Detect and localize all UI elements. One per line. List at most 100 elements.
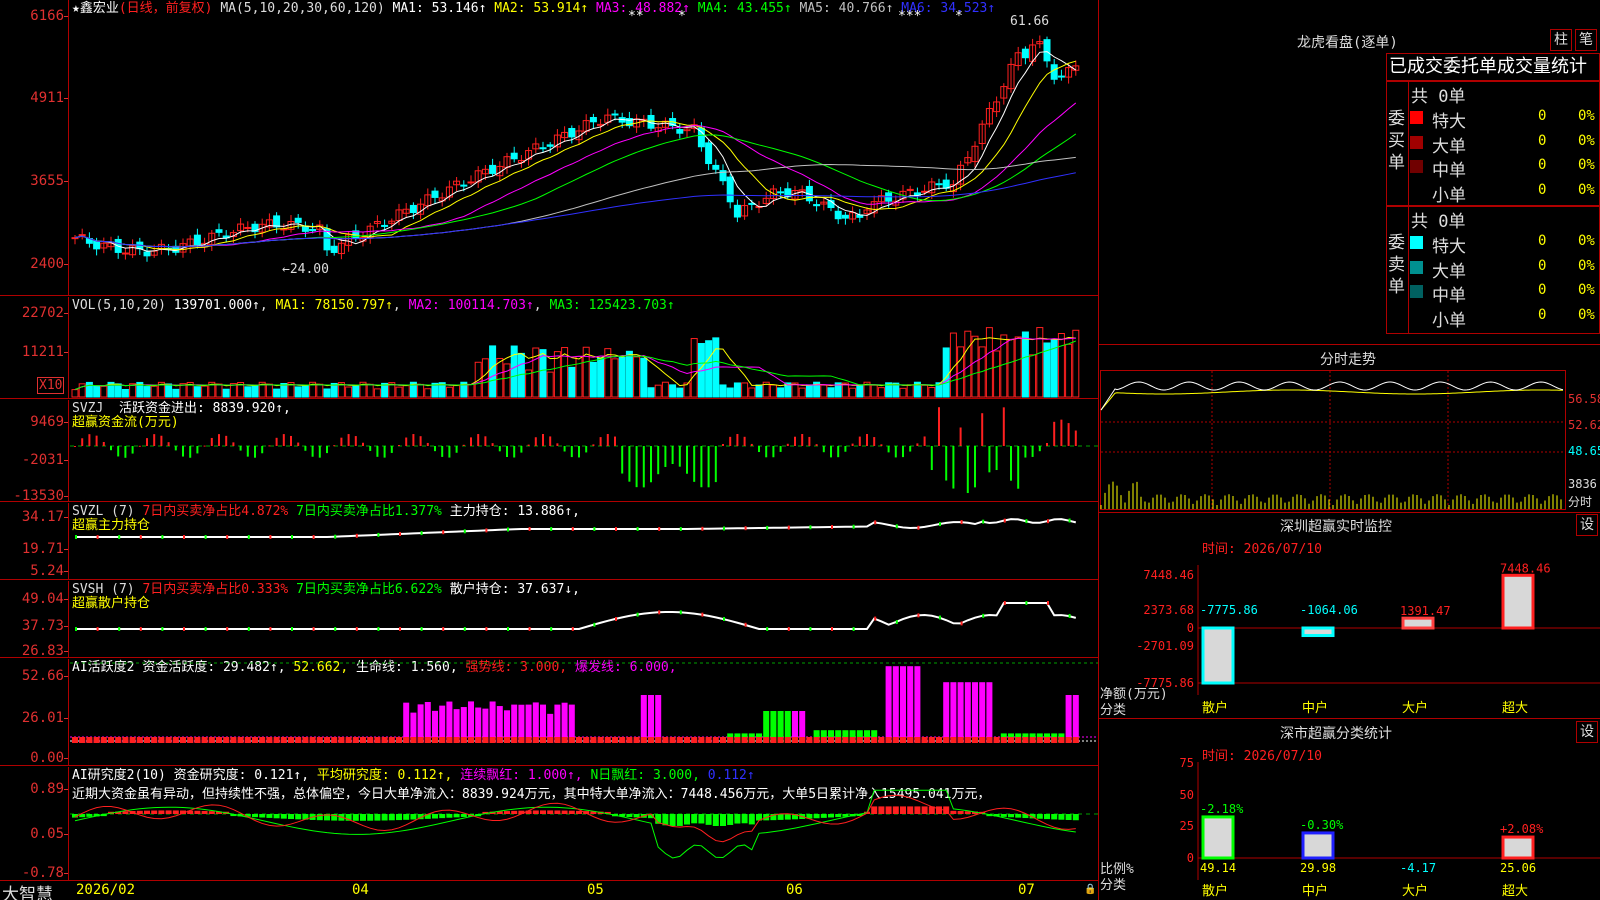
volume-bar [345,386,353,398]
activity-base [878,737,885,743]
position-dot [571,527,574,531]
activity-base [468,737,474,743]
activity-bar [957,682,964,743]
vol-ma-line [74,337,1076,391]
flow-bar [966,446,969,494]
activity-base [417,737,424,743]
position-dot [939,522,941,527]
activity-base [828,737,834,743]
activity-base [748,737,755,743]
flow-bar [952,446,955,489]
flow-bar [974,446,976,488]
flow-bar [369,446,372,451]
activity-bar [446,701,453,743]
volume-bar [373,388,381,398]
value-label: 1391.47 [1400,604,1451,618]
volume-chart[interactable] [0,297,1098,399]
y-tick: 7448.46 [1143,568,1194,582]
y-tick: 0 [1187,851,1194,865]
sz-class-settings-button[interactable]: 设 [1576,721,1598,743]
candlestick-chart[interactable] [0,0,1098,296]
candle [78,234,86,237]
position-dot [787,627,790,631]
change-label: -2.18% [1200,802,1244,816]
volume-bar [1065,343,1073,398]
volume-bar [856,384,864,398]
activity-base [439,737,446,743]
activity-bar [972,682,978,743]
volume-bar [1029,354,1037,398]
flow-bar [498,446,501,452]
flow-bar [729,436,732,446]
study-bar [158,810,165,814]
candle [1050,64,1058,80]
position-dot [831,627,833,631]
volume-bar [215,383,223,398]
ai-study-pane[interactable]: 0.89 0.05 -0.78 AI研究度2(10) 资金研究度: 0.121↑… [0,767,1098,880]
flow-bar [844,446,847,452]
activity-base [511,737,518,743]
date-tick: 04 [352,882,369,898]
activity-base [864,737,870,743]
study-bar [835,814,842,818]
study-bar [1051,814,1058,820]
activity-chart[interactable] [0,659,1098,766]
kline-pane[interactable]: 6166 4911 3655 2400 ★鑫宏业(日线，前复权) MA(5,10… [0,0,1098,296]
activity-base [669,737,676,743]
flow-bar [1053,421,1056,446]
ai-activity-pane[interactable]: 52.66 26.01 0.00 AI活跃度2 资金活跃度: 29.482↑, … [0,659,1098,766]
main-position-chart[interactable] [0,503,1098,580]
flow-bar [174,446,177,451]
flow-bar [743,436,746,446]
flow-bar [81,438,84,446]
retail-position-chart[interactable] [0,581,1098,658]
flow-bar [297,442,300,446]
study-bar [1072,814,1079,821]
intraday-box[interactable] [1100,370,1566,510]
value-label: 7448.46 [1500,561,1551,575]
bar-mode-button[interactable]: 柱 [1550,29,1572,51]
svzj-pane[interactable]: 9469 -2031 -13530 SVZJ 活跃资金进出: 8839.920↑… [0,400,1098,503]
study-chart[interactable] [0,767,1098,880]
candle [510,152,518,160]
volume-bar [467,383,475,398]
fund-flow-chart[interactable] [0,400,1098,502]
date-tick: 05 [587,882,604,898]
lhb-tabs[interactable]: 已成交委托单成交量统计 [1386,53,1600,81]
activity-base [180,737,186,743]
svsh-pane[interactable]: 49.04 37.73 26.83 SVSH (7) 7日内买卖净占比0.333… [0,581,1098,658]
activity-base [252,737,258,743]
flow-bar [117,446,120,457]
position-dot [593,622,596,627]
order-size: 特大 [1432,112,1466,132]
study-bar [576,810,582,814]
flow-bar [520,446,523,453]
sz-monitor-settings-button[interactable]: 设 [1576,514,1598,536]
flow-bar [160,435,163,446]
flow-bar [815,444,818,446]
study-bar [460,814,467,817]
volume-bar [481,358,489,398]
activity-base [590,737,597,743]
activity-base [1051,737,1058,743]
flow-bar [282,434,285,446]
position-dot [550,527,553,531]
svzl-pane[interactable]: 34.17 19.71 5.24 SVZL (7) 7日内买卖净占比4.872%… [0,503,1098,580]
activity-base [1058,737,1065,743]
position-dot [917,613,920,618]
activity-base [367,737,374,743]
lock-icon[interactable]: 🔒 [1084,884,1096,895]
candle [431,190,439,198]
buy-order-label: 委买单 [1388,109,1405,173]
tick-mode-button[interactable]: 笔 [1575,29,1597,51]
activity-base [734,737,741,743]
volume-bar [798,387,806,398]
category-label: 散户 [1202,700,1228,716]
position-dot [960,520,963,525]
change-label: -0.30% [1300,818,1344,832]
low-price-label: ←24.00 [282,262,329,277]
activity-base [151,737,158,743]
volume-pane[interactable]: 22702 11211 X10 VOL(5,10,20) 139701.000↑… [0,297,1098,399]
flow-bar [318,446,321,458]
position-dot [442,530,445,535]
